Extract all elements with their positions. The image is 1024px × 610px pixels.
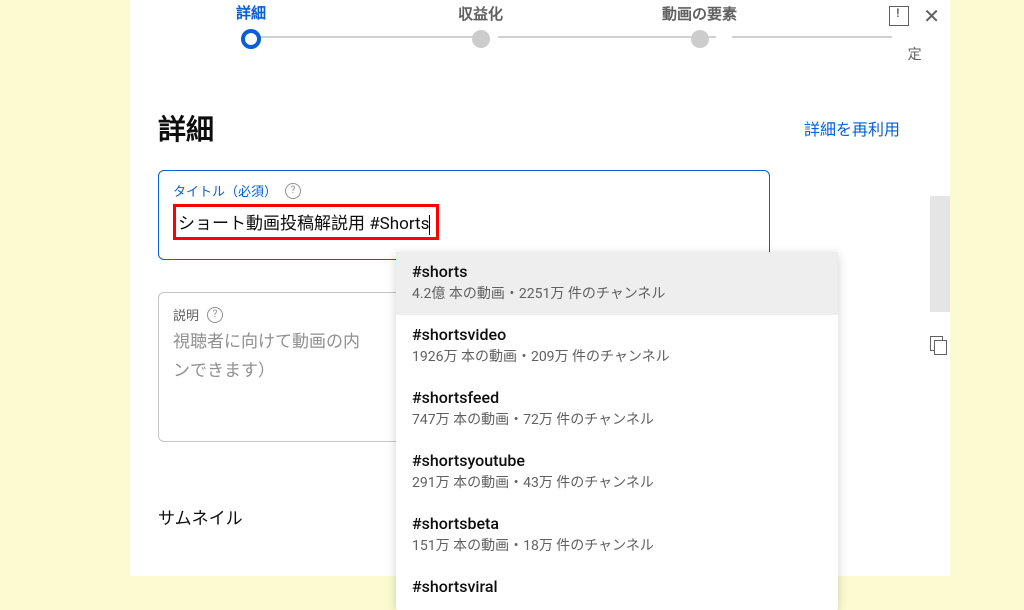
title-input-highlight: ショート動画投稿解説用 #Shorts bbox=[173, 204, 439, 240]
step-connector bbox=[732, 36, 892, 38]
autocomplete-stats: 747万 本の動画・72万 件のチャンネル bbox=[412, 409, 822, 429]
page-title: 詳細 bbox=[158, 108, 214, 148]
text-cursor bbox=[429, 215, 430, 235]
step-label: 収益化 bbox=[458, 3, 503, 24]
step-indicator bbox=[472, 30, 490, 48]
description-label: 説明 bbox=[173, 305, 199, 324]
autocomplete-item[interactable]: #shorts 4.2億 本の動画・2251万 件のチャンネル bbox=[396, 252, 838, 315]
title-field[interactable]: タイトル（必須） ? ショート動画投稿解説用 #Shorts bbox=[158, 170, 770, 260]
autocomplete-item[interactable]: #shortsvideo 1926万 本の動画・209万 件のチャンネル bbox=[396, 315, 838, 378]
autocomplete-stats: 291万 本の動画・43万 件のチャンネル bbox=[412, 472, 822, 492]
feedback-icon[interactable] bbox=[889, 6, 909, 26]
step-monetization[interactable]: 収益化 bbox=[458, 3, 503, 48]
autocomplete-tag: #shortsfeed bbox=[412, 388, 822, 407]
partial-text: 定 bbox=[908, 44, 922, 64]
autocomplete-stats: 151万 本の動画・18万 件のチャンネル bbox=[412, 535, 822, 555]
help-icon[interactable]: ? bbox=[207, 307, 223, 323]
title-input[interactable]: ショート動画投稿解説用 #Shorts bbox=[178, 214, 429, 234]
step-connector bbox=[258, 36, 476, 38]
autocomplete-stats: 1926万 本の動画・209万 件のチャンネル bbox=[412, 346, 822, 366]
autocomplete-tag: #shortsyoutube bbox=[412, 451, 822, 470]
autocomplete-item[interactable]: #shortsbeta 151万 本の動画・18万 件のチャンネル bbox=[396, 504, 838, 567]
step-label: 動画の要素 bbox=[662, 3, 737, 24]
close-icon[interactable]: ✕ bbox=[923, 6, 940, 26]
preview-placeholder bbox=[930, 196, 950, 312]
autocomplete-item[interactable]: #shortsfeed 747万 本の動画・72万 件のチャンネル bbox=[396, 378, 838, 441]
right-rail: ✕ 定 bbox=[889, 6, 940, 64]
step-video-elements[interactable]: 動画の要素 bbox=[662, 3, 737, 48]
autocomplete-tag: #shorts bbox=[412, 262, 822, 281]
step-indicator bbox=[691, 30, 709, 48]
autocomplete-item[interactable]: #shortsyoutube 291万 本の動画・43万 件のチャンネル bbox=[396, 441, 838, 504]
autocomplete-tag: #shortsbeta bbox=[412, 514, 822, 533]
step-label: 詳細 bbox=[236, 2, 266, 23]
reuse-details-link[interactable]: 詳細を再利用 bbox=[804, 116, 900, 140]
autocomplete-tag: #shortsvideo bbox=[412, 325, 822, 344]
title-label: タイトル（必須） bbox=[173, 181, 277, 200]
autocomplete-stats: 4.2億 本の動画・2251万 件のチャンネル bbox=[412, 283, 822, 303]
step-indicator-active bbox=[241, 29, 261, 49]
copy-icon[interactable] bbox=[930, 336, 948, 354]
upload-stepper: 詳細 収益化 動画の要素 bbox=[158, 0, 922, 46]
autocomplete-item[interactable]: #shortsviral bbox=[396, 567, 838, 610]
help-icon[interactable]: ? bbox=[285, 183, 301, 199]
step-details[interactable]: 詳細 bbox=[236, 2, 266, 49]
autocomplete-tag: #shortsviral bbox=[412, 577, 822, 596]
hashtag-autocomplete: #shorts 4.2億 本の動画・2251万 件のチャンネル #shortsv… bbox=[396, 252, 838, 610]
